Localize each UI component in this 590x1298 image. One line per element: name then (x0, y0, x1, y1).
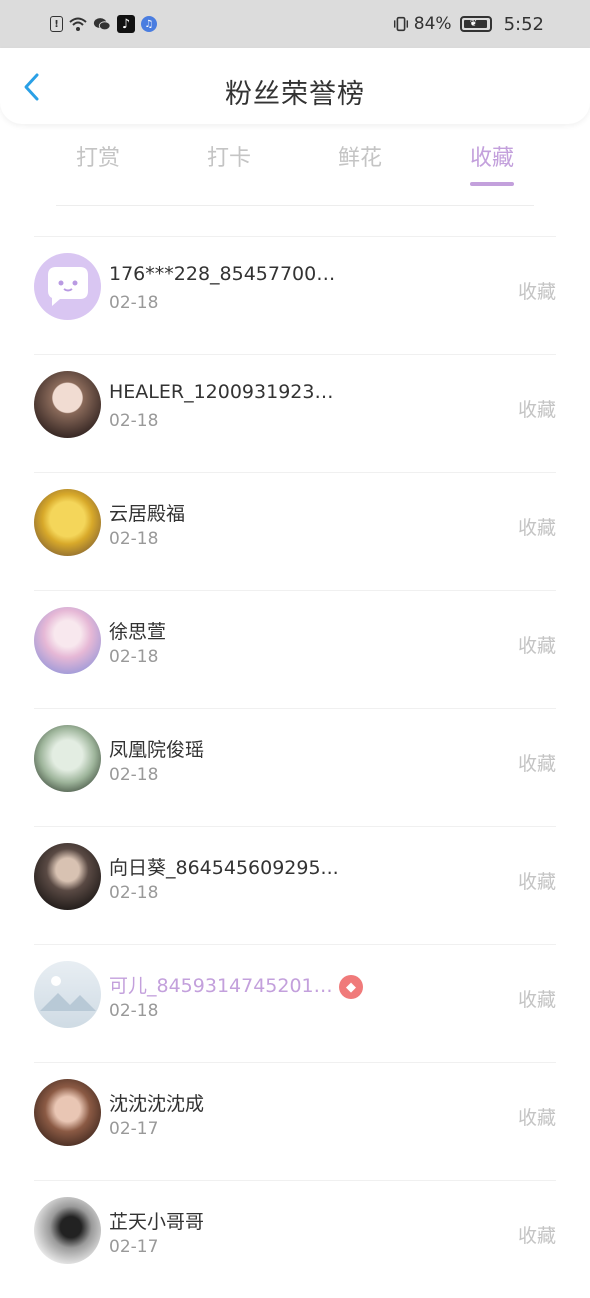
fan-name: 可儿_84593147452018... (109, 975, 339, 997)
fan-date: 02-17 (109, 1237, 159, 1257)
photo-avatar[interactable] (34, 725, 101, 792)
tab-indicator (470, 182, 514, 186)
list-item[interactable]: 凤凰院俊瑶 02-18 收藏 (34, 708, 556, 826)
fan-date: 02-18 (109, 1001, 159, 1021)
fan-list: 176***228_8545770073 02-18 收藏 HEALER_120… (0, 236, 590, 1298)
status-bar-right: 84% ❦ 5:52 (392, 14, 544, 35)
fan-date: 02-18 (109, 883, 159, 903)
chat-bubble-avatar[interactable] (34, 253, 101, 320)
tab-bar: 打赏 打卡 鲜花 收藏 (0, 140, 590, 190)
fan-date: 02-18 (109, 529, 159, 549)
list-item[interactable]: HEALER_1200931923906 02-18 收藏 (34, 354, 556, 472)
fan-action-label: 收藏 (517, 517, 556, 539)
photo-avatar[interactable] (34, 1197, 101, 1264)
fan-action-label: 收藏 (517, 753, 556, 775)
wifi-icon (69, 15, 87, 33)
fan-name: 徐思萱 (109, 621, 167, 643)
fan-date: 02-18 (109, 765, 159, 785)
list-item[interactable]: 可儿_84593147452018... ◆ 02-18 收藏 (34, 944, 556, 1062)
status-bar: ! ♪ ♫ 84% ❦ 5:52 (0, 0, 590, 48)
fan-action-label: 收藏 (517, 871, 556, 893)
placeholder-avatar[interactable] (34, 961, 101, 1028)
tab-label: 鲜花 (337, 146, 382, 171)
fan-name: 向日葵_864545609295... (109, 857, 339, 879)
fan-action-label: 收藏 (517, 1107, 556, 1129)
fan-name: 沈沈沈沈成 (109, 1093, 205, 1115)
battery-icon: ❦ (459, 16, 492, 32)
fan-action-label: 收藏 (517, 281, 556, 303)
page-header: 粉丝荣誉榜 (0, 48, 590, 124)
tab-label: 收藏 (469, 146, 514, 171)
battery-percent: 84% (413, 14, 452, 34)
tab-flowers[interactable]: 鲜花 (305, 140, 415, 172)
wechat-icon (93, 15, 111, 33)
tab-checkin[interactable]: 打卡 (174, 140, 284, 172)
tiktok-icon: ♪ (117, 15, 135, 33)
fan-date: 02-17 (109, 1119, 159, 1139)
fan-action-label: 收藏 (517, 635, 556, 657)
list-item[interactable]: 沈沈沈沈成 02-17 收藏 (34, 1062, 556, 1180)
status-bar-left-icons: ! ♪ ♫ (50, 15, 157, 33)
list-item[interactable]: 176***228_8545770073 02-18 收藏 (34, 236, 556, 354)
fan-action-label: 收藏 (517, 1225, 556, 1247)
alert-icon: ! (50, 16, 63, 32)
list-item[interactable]: 芷天小哥哥 02-17 收藏 (34, 1180, 556, 1298)
fan-date: 02-18 (109, 411, 159, 431)
clock: 5:52 (503, 13, 544, 35)
fan-name: 云居殿福 (109, 503, 186, 525)
fan-name: HEALER_1200931923906 (109, 381, 339, 403)
photo-avatar[interactable] (34, 607, 101, 674)
photo-avatar[interactable] (34, 489, 101, 556)
fan-name: 176***228_8545770073 (109, 263, 339, 285)
page-title: 粉丝荣誉榜 (225, 79, 365, 110)
list-item[interactable]: 徐思萱 02-18 收藏 (34, 590, 556, 708)
vibrate-icon (392, 15, 410, 33)
fan-date: 02-18 (109, 647, 159, 667)
tab-tip[interactable]: 打赏 (43, 140, 153, 172)
list-item[interactable]: 向日葵_864545609295... 02-18 收藏 (34, 826, 556, 944)
fan-name: 凤凰院俊瑶 (109, 739, 205, 761)
photo-avatar[interactable] (34, 1079, 101, 1146)
photo-avatar[interactable] (34, 371, 101, 438)
diamond-badge-icon: ◆ (339, 975, 363, 999)
fan-date: 02-18 (109, 293, 159, 313)
fan-name: 芷天小哥哥 (109, 1211, 205, 1233)
tab-label: 打赏 (75, 146, 120, 171)
music-icon: ♫ (141, 16, 157, 32)
tab-favorites[interactable]: 收藏 (437, 140, 547, 186)
divider (56, 205, 534, 206)
tab-label: 打卡 (206, 146, 251, 171)
fan-action-label: 收藏 (517, 989, 556, 1011)
photo-avatar[interactable] (34, 843, 101, 910)
list-item[interactable]: 云居殿福 02-18 收藏 (34, 472, 556, 590)
fan-action-label: 收藏 (517, 399, 556, 421)
